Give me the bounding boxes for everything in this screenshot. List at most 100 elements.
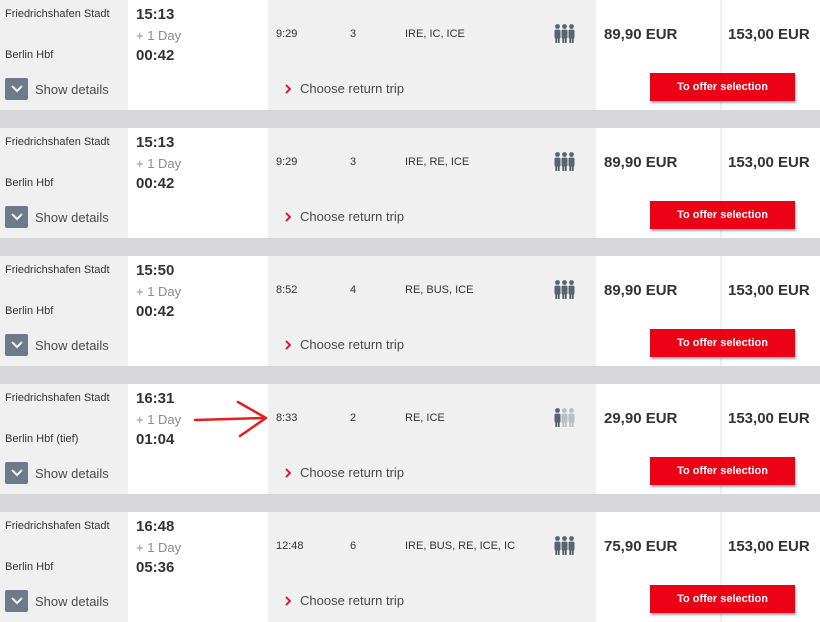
arrival-time: 00:42 — [136, 175, 175, 192]
origin-station: Friedrichshafen Stadt — [5, 264, 110, 276]
changes-count: 3 — [350, 156, 357, 168]
show-details-label[interactable]: Show details — [35, 210, 109, 225]
connection-row: Friedrichshafen Stadt Berlin Hbf Show de… — [0, 128, 820, 238]
destination-station: Berlin Hbf — [5, 49, 54, 61]
occupancy-icon — [554, 280, 576, 305]
choose-return-trip-label[interactable]: Choose return trip — [300, 209, 404, 224]
route-cell: Friedrichshafen Stadt Berlin Hbf Show de… — [0, 0, 128, 110]
occupancy-icon — [554, 24, 576, 49]
to-offer-selection-button[interactable]: To offer selection — [650, 73, 795, 101]
show-details-toggle[interactable]: Show details — [5, 334, 109, 356]
show-details-label[interactable]: Show details — [35, 82, 109, 97]
flex-price[interactable]: 153,00 EUR — [728, 282, 810, 299]
origin-station: Friedrichshafen Stadt — [5, 8, 110, 20]
flex-price[interactable]: 153,00 EUR — [728, 154, 810, 171]
destination-station: Berlin Hbf (tief) — [5, 433, 79, 445]
show-details-toggle[interactable]: Show details — [5, 462, 109, 484]
times-cell: 15:50 + 1 Day 00:42 — [128, 256, 268, 366]
choose-return-trip-label[interactable]: Choose return trip — [300, 337, 404, 352]
changes-count: 2 — [350, 412, 357, 424]
destination-station: Berlin Hbf — [5, 177, 54, 189]
connection-row: Friedrichshafen Stadt Berlin Hbf Show de… — [0, 256, 820, 366]
show-details-label[interactable]: Show details — [35, 466, 109, 481]
connection-row: Friedrichshafen Stadt Berlin Hbf (tief) … — [0, 384, 820, 494]
arrival-time: 01:04 — [136, 431, 175, 448]
chevron-down-icon[interactable] — [5, 78, 28, 100]
duration: 12:48 — [276, 540, 304, 552]
show-details-label[interactable]: Show details — [35, 338, 109, 353]
choose-return-trip-link[interactable]: Choose return trip — [284, 593, 404, 608]
choose-return-trip-link[interactable]: Choose return trip — [284, 337, 404, 352]
choose-return-trip-link[interactable]: Choose return trip — [284, 465, 404, 480]
connection-row: Friedrichshafen Stadt Berlin Hbf Show de… — [0, 512, 820, 622]
products: IRE, BUS, RE, ICE, IC — [405, 540, 516, 552]
destination-station: Berlin Hbf — [5, 561, 54, 573]
occupancy-icon — [554, 152, 576, 177]
day-offset: + 1 Day — [136, 156, 182, 171]
products: IRE, IC, ICE — [405, 28, 465, 40]
chevron-right-icon — [285, 339, 292, 350]
choose-return-trip-label[interactable]: Choose return trip — [300, 465, 404, 480]
products: IRE, RE, ICE — [405, 156, 470, 168]
saver-price[interactable]: 29,90 EUR — [604, 410, 677, 427]
changes-count: 4 — [350, 284, 357, 296]
to-offer-selection-button[interactable]: To offer selection — [650, 585, 795, 613]
saver-price[interactable]: 75,90 EUR — [604, 538, 677, 555]
occupancy-icon — [554, 536, 576, 561]
day-offset: + 1 Day — [136, 540, 182, 555]
chevron-right-icon — [285, 211, 292, 222]
info-cell: 12:48 6 IRE, BUS, RE, ICE, IC Choose ret… — [268, 512, 596, 622]
day-offset: + 1 Day — [136, 284, 182, 299]
choose-return-trip-link[interactable]: Choose return trip — [284, 209, 404, 224]
show-details-toggle[interactable]: Show details — [5, 206, 109, 228]
flex-price[interactable]: 153,00 EUR — [728, 538, 810, 555]
departure-time: 16:31 — [136, 390, 175, 407]
departure-time: 15:13 — [136, 134, 175, 151]
saver-price[interactable]: 89,90 EUR — [604, 26, 677, 43]
show-details-toggle[interactable]: Show details — [5, 78, 109, 100]
chevron-down-icon[interactable] — [5, 334, 28, 356]
occupancy-icon — [554, 408, 576, 433]
day-offset: + 1 Day — [136, 28, 182, 43]
flex-price[interactable]: 153,00 EUR — [728, 26, 810, 43]
connection-row: Friedrichshafen Stadt Berlin Hbf Show de… — [0, 0, 820, 110]
times-cell: 15:13 + 1 Day 00:42 — [128, 128, 268, 238]
to-offer-selection-button[interactable]: To offer selection — [650, 201, 795, 229]
arrival-time: 00:42 — [136, 303, 175, 320]
route-cell: Friedrichshafen Stadt Berlin Hbf (tief) … — [0, 384, 128, 494]
saver-price[interactable]: 89,90 EUR — [604, 282, 677, 299]
flex-price[interactable]: 153,00 EUR — [728, 410, 810, 427]
duration: 8:52 — [276, 284, 298, 296]
departure-time: 15:13 — [136, 6, 175, 23]
chevron-down-icon[interactable] — [5, 206, 28, 228]
chevron-down-icon[interactable] — [5, 590, 28, 612]
route-cell: Friedrichshafen Stadt Berlin Hbf Show de… — [0, 128, 128, 238]
changes-count: 6 — [350, 540, 357, 552]
choose-return-trip-label[interactable]: Choose return trip — [300, 593, 404, 608]
day-offset: + 1 Day — [136, 412, 182, 427]
chevron-right-icon — [285, 595, 292, 606]
origin-station: Friedrichshafen Stadt — [5, 392, 110, 404]
info-cell: 9:29 3 IRE, IC, ICE Choose return trip — [268, 0, 596, 110]
chevron-right-icon — [285, 467, 292, 478]
chevron-right-icon — [285, 83, 292, 94]
products: RE, ICE — [405, 412, 445, 424]
choose-return-trip-link[interactable]: Choose return trip — [284, 81, 404, 96]
saver-price[interactable]: 89,90 EUR — [604, 154, 677, 171]
to-offer-selection-button[interactable]: To offer selection — [650, 329, 795, 357]
annotation-arrow-icon — [193, 400, 268, 438]
duration: 8:33 — [276, 412, 298, 424]
arrival-time: 05:36 — [136, 559, 175, 576]
show-details-toggle[interactable]: Show details — [5, 590, 109, 612]
info-cell: 9:29 3 IRE, RE, ICE Choose return trip — [268, 128, 596, 238]
arrival-time: 00:42 — [136, 47, 175, 64]
departure-time: 15:50 — [136, 262, 175, 279]
times-cell: 16:48 + 1 Day 05:36 — [128, 512, 268, 622]
show-details-label[interactable]: Show details — [35, 594, 109, 609]
chevron-down-icon[interactable] — [5, 462, 28, 484]
choose-return-trip-label[interactable]: Choose return trip — [300, 81, 404, 96]
origin-station: Friedrichshafen Stadt — [5, 136, 110, 148]
info-cell: 8:52 4 RE, BUS, ICE Choose return trip — [268, 256, 596, 366]
to-offer-selection-button[interactable]: To offer selection — [650, 457, 795, 485]
origin-station: Friedrichshafen Stadt — [5, 520, 110, 532]
